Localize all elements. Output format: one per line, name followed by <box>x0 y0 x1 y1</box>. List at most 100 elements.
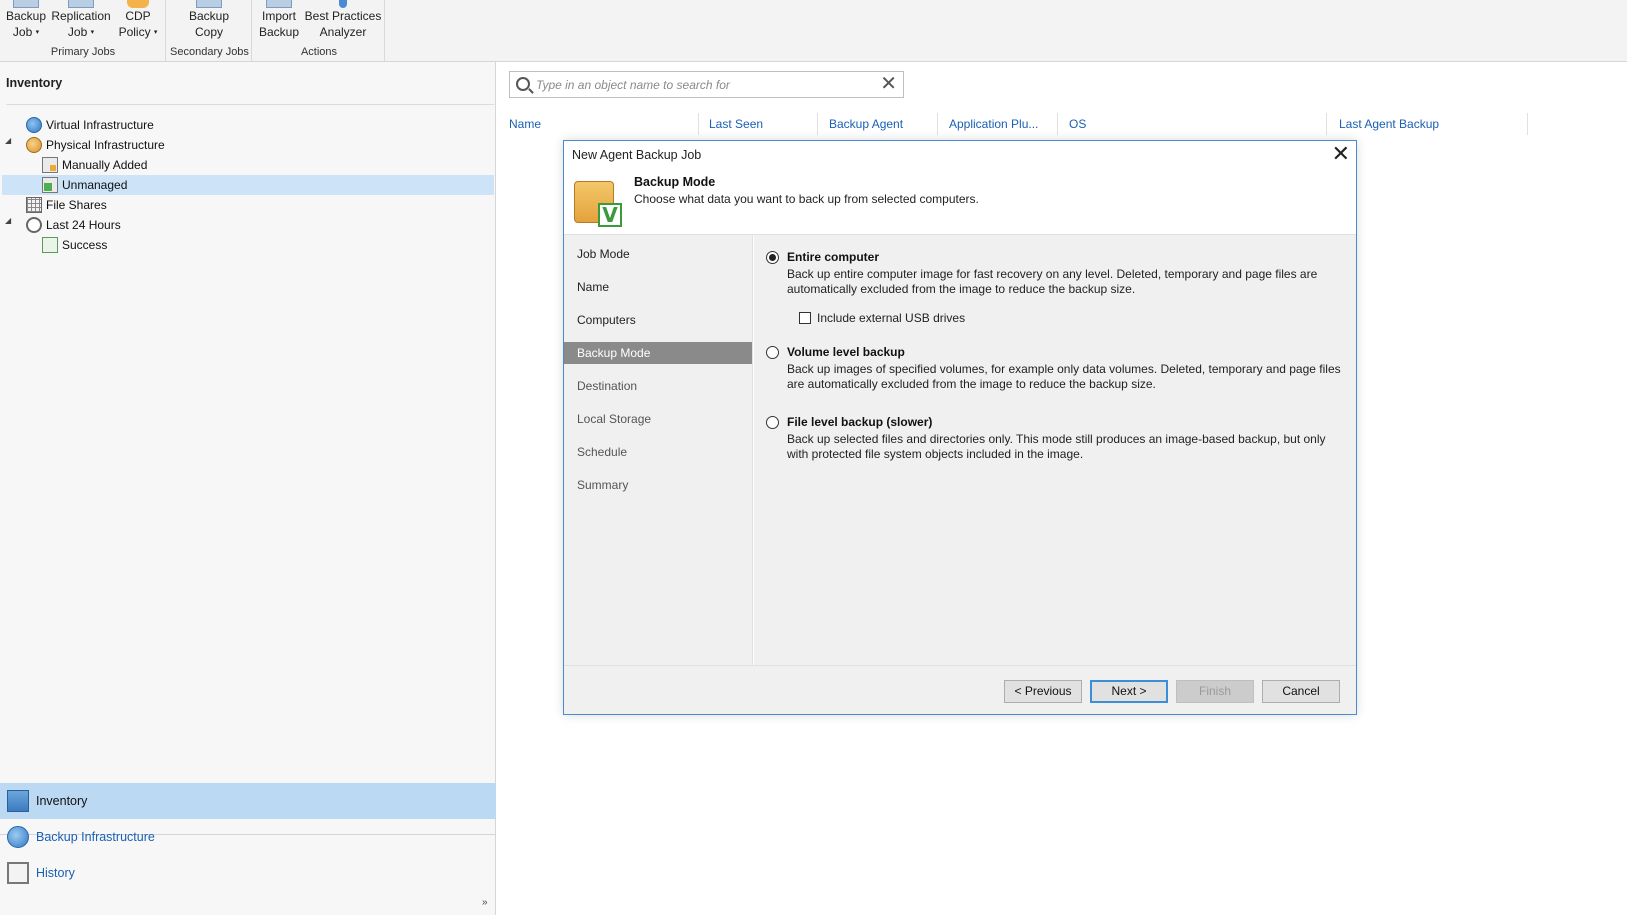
backup-copy-label-2: Copy <box>194 25 223 39</box>
step-name[interactable]: Name <box>564 276 752 298</box>
dialog-title: New Agent Backup Job <box>572 148 702 162</box>
step-schedule[interactable]: Schedule <box>564 441 752 463</box>
history-icon <box>7 862 29 884</box>
entire-computer-radio[interactable] <box>766 251 779 264</box>
import-backup-button[interactable]: Import Backup <box>257 0 301 40</box>
search-input[interactable] <box>536 76 866 94</box>
tree-item-virtual-infrastructure[interactable]: Virtual Infrastructure <box>26 115 154 135</box>
best-practices-label: Best Practices <box>304 9 382 23</box>
step-destination[interactable]: Destination <box>564 375 752 397</box>
step-summary[interactable]: Summary <box>564 474 752 496</box>
ribbon-group-secondary-jobs: Backup Copy Secondary Jobs <box>167 0 252 62</box>
column-divider <box>698 113 699 135</box>
option-title: File level backup (slower) <box>787 415 933 429</box>
backup-job-icon <box>13 0 39 8</box>
tree-item-label: Success <box>62 238 108 252</box>
replication-job-button[interactable]: Replication Job ▾ <box>50 0 112 41</box>
success-icon <box>42 237 58 253</box>
tree-item-last-24-hours[interactable]: Last 24 Hours <box>26 215 121 235</box>
option-title: Entire computer <box>787 250 880 264</box>
column-header-application-plugins[interactable]: Application Plu... <box>949 117 1038 131</box>
tree-item-label: Virtual Infrastructure <box>46 118 154 132</box>
column-divider <box>1326 113 1327 135</box>
tree-item-label: Manually Added <box>62 158 148 172</box>
file-share-icon <box>26 197 42 213</box>
column-header-last-seen[interactable]: Last Seen <box>709 117 763 131</box>
tree-item-label: Unmanaged <box>62 178 128 192</box>
finish-button[interactable]: Finish <box>1176 680 1254 703</box>
expander-icon[interactable]: ◢ <box>5 136 15 145</box>
nav-backup-infrastructure[interactable]: Backup Infrastructure <box>0 819 496 855</box>
server-icon <box>42 157 58 173</box>
cancel-button[interactable]: Cancel <box>1262 680 1340 703</box>
cdp-policy-label-2: Policy <box>118 25 151 39</box>
nav-label: Inventory <box>36 794 88 808</box>
column-header-os[interactable]: OS <box>1069 117 1086 131</box>
group-caption-secondary-jobs: Secondary Jobs <box>170 46 249 58</box>
nav-inventory[interactable]: Inventory <box>0 783 496 819</box>
tree-item-label: File Shares <box>46 198 107 212</box>
step-description: Choose what data you want to back up fro… <box>634 192 979 206</box>
file-level-radio[interactable] <box>766 416 779 429</box>
ribbon: Backup Job ▾ Replication Job ▾ CDP Polic… <box>0 0 1627 62</box>
option-title: Volume level backup <box>787 345 905 359</box>
close-icon[interactable]: ✕ <box>1332 143 1350 165</box>
dialog-footer: < Previous Next > Finish Cancel <box>564 665 1356 714</box>
tree-item-label: Last 24 Hours <box>46 218 121 232</box>
collapse-panel-icon[interactable]: » <box>482 897 488 908</box>
step-local-storage[interactable]: Local Storage <box>564 408 752 430</box>
nav-history[interactable]: History <box>0 855 496 891</box>
tree-item-label: Physical Infrastructure <box>46 138 165 152</box>
column-header-name[interactable]: Name <box>509 117 541 131</box>
tree-item-unmanaged[interactable]: Unmanaged <box>2 175 494 195</box>
backup-mode-options: Entire computer Back up entire computer … <box>754 235 1356 665</box>
previous-button[interactable]: < Previous <box>1004 680 1082 703</box>
cdp-policy-button[interactable]: CDP Policy ▾ <box>114 0 162 41</box>
nav-label: Backup Infrastructure <box>36 830 155 844</box>
analyzer-icon <box>339 0 347 8</box>
volume-level-radio[interactable] <box>766 346 779 359</box>
column-header-backup-agent[interactable]: Backup Agent <box>829 117 903 131</box>
import-backup-label: Import <box>261 9 296 23</box>
group-caption-primary-jobs: Primary Jobs <box>50 46 116 58</box>
backup-copy-button[interactable]: Backup Copy <box>183 0 235 40</box>
ribbon-group-primary-jobs: Backup Job ▾ Replication Job ▾ CDP Polic… <box>0 0 166 62</box>
include-usb-label[interactable]: Include external USB drives <box>817 311 965 325</box>
inventory-icon <box>7 790 29 812</box>
cdp-policy-icon <box>127 0 149 8</box>
include-usb-checkbox[interactable] <box>799 312 811 324</box>
tree-item-file-shares[interactable]: File Shares <box>26 195 107 215</box>
best-practices-analyzer-button[interactable]: Best Practices Analyzer <box>303 0 383 40</box>
column-header-last-agent-backup[interactable]: Last Agent Backup <box>1339 117 1439 131</box>
expander-icon[interactable]: ◢ <box>5 216 15 225</box>
clear-search-icon[interactable]: ✕ <box>880 73 897 95</box>
next-button[interactable]: Next > <box>1090 680 1168 703</box>
replication-job-label-2: Job <box>67 25 88 39</box>
import-backup-icon <box>266 0 292 8</box>
chevron-down-icon: ▾ <box>153 28 158 36</box>
column-divider <box>937 113 938 135</box>
import-backup-label-2: Backup <box>258 25 300 39</box>
replication-job-label: Replication <box>51 9 111 23</box>
column-divider <box>1057 113 1058 135</box>
column-divider <box>817 113 818 135</box>
tree-item-manually-added[interactable]: Manually Added <box>42 155 147 175</box>
search-box: ✕ <box>509 71 904 98</box>
step-title: Backup Mode <box>634 175 716 189</box>
backup-job-button[interactable]: Backup Job ▾ <box>4 0 48 41</box>
tree-item-success[interactable]: Success <box>42 235 107 255</box>
step-backup-mode[interactable]: Backup Mode <box>564 342 752 364</box>
backup-job-label-2: Job <box>12 25 33 39</box>
step-job-mode[interactable]: Job Mode <box>564 243 752 265</box>
option-description: Back up entire computer image for fast r… <box>787 267 1318 296</box>
option-description: Back up selected files and directories o… <box>787 432 1326 461</box>
step-computers[interactable]: Computers <box>564 309 752 331</box>
cdp-policy-label: CDP <box>125 9 151 23</box>
chevron-down-icon: ▾ <box>35 28 40 36</box>
backup-infrastructure-icon <box>7 826 29 848</box>
tree-item-physical-infrastructure[interactable]: Physical Infrastructure <box>26 135 165 155</box>
chevron-down-icon: ▾ <box>90 28 95 36</box>
nav-label: History <box>36 866 75 880</box>
replication-job-icon <box>68 0 94 8</box>
new-agent-backup-job-dialog: New Agent Backup Job ✕ V Backup Mode Cho… <box>563 140 1357 715</box>
